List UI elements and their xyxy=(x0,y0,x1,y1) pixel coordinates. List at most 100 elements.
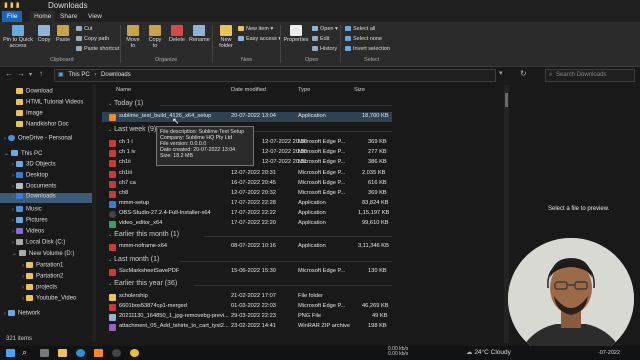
expand-icon[interactable]: › xyxy=(22,285,24,291)
sidebar-item-new-volume-d[interactable]: ⌄ New Volume (D:) xyxy=(12,250,74,257)
group-header-last-month[interactable]: ⌄ Last month (1) xyxy=(108,256,159,263)
sidebar-item-desktop[interactable]: › Desktop xyxy=(12,172,48,179)
new-item-button[interactable]: New item ▾ xyxy=(238,26,273,32)
group-collapse-icon[interactable]: ⌄ xyxy=(108,281,112,287)
file-row[interactable]: 6601bos53874cp1-merged 01-03-2022 22:03 Mi… xyxy=(102,302,392,312)
task-view-icon[interactable] xyxy=(40,349,49,357)
breadcrumb-this-pc[interactable]: This PC xyxy=(68,72,89,78)
group-header-last-week[interactable]: ⌄ Last week (9) xyxy=(108,126,156,133)
properties-button[interactable]: Properties xyxy=(283,25,309,43)
file-row[interactable]: OBS-Studio-27.2.4-Full-Installer-x64 17-0… xyxy=(102,209,392,219)
scrollbar-thumb[interactable] xyxy=(505,93,508,107)
up-arrow-icon[interactable]: ↑ xyxy=(39,69,43,78)
sidebar-item-network[interactable]: › Network xyxy=(4,310,40,317)
paste-button[interactable]: Paste xyxy=(55,25,71,43)
group-collapse-icon[interactable]: ⌄ xyxy=(108,257,112,263)
expand-icon[interactable]: › xyxy=(12,229,14,235)
easy-access-button[interactable]: Easy access ▾ xyxy=(238,36,281,42)
delete-button[interactable]: Delete xyxy=(168,25,186,43)
open-button[interactable]: Open ▾ xyxy=(312,26,338,32)
invert-selection-button[interactable]: Invert selection xyxy=(345,46,390,52)
breadcrumb-downloads[interactable]: Downloads xyxy=(101,72,131,78)
column-header-type[interactable]: Type xyxy=(298,87,310,93)
sublime-text-icon[interactable] xyxy=(94,349,103,357)
sidebar-scrollbar[interactable] xyxy=(92,84,96,342)
sidebar-item-download[interactable]: Download xyxy=(16,88,53,95)
tab-view[interactable]: View xyxy=(88,13,102,20)
copy-path-button[interactable]: Copy path xyxy=(76,36,109,42)
group-header-today[interactable]: ⌄ Today (1) xyxy=(108,100,143,107)
file-row[interactable]: ch1iii 12-07-2022 20:31 Microsoft Edge P..… xyxy=(102,169,392,179)
paste-shortcut-button[interactable]: Paste shortcut xyxy=(76,46,119,52)
start-icon[interactable] xyxy=(6,349,15,357)
move-to-button[interactable]: Move to xyxy=(124,25,142,49)
weather-widget[interactable]: ☁ 24°C Cloudy xyxy=(466,348,511,356)
group-collapse-icon[interactable]: ⌄ xyxy=(108,101,112,107)
file-row[interactable]: video_editor_x64 17-07-2022 22:20 Applicat… xyxy=(102,219,392,229)
expand-icon[interactable]: › xyxy=(12,184,14,190)
file-row[interactable]: ch8 12-07-2022 20:32 Microsoft Edge P... 36… xyxy=(102,189,392,199)
group-header-earlier-this-year[interactable]: ⌄ Earlier this year (36) xyxy=(108,280,177,287)
expand-icon[interactable]: › xyxy=(4,311,6,317)
expand-icon[interactable]: › xyxy=(12,173,14,179)
copy-to-button[interactable]: Copy to xyxy=(146,25,164,49)
edge-icon[interactable] xyxy=(76,349,85,357)
sidebar-item-videos[interactable]: › Videos xyxy=(12,228,44,235)
file-row[interactable]: mmm-setup 17-07-2022 22:28 Application 83,8… xyxy=(102,199,392,209)
file-row[interactable]: scholership 21-02-2022 17:07 File folder xyxy=(102,292,392,302)
sidebar-item-partation2[interactable]: › Partation2 xyxy=(22,273,63,280)
recent-locations-icon[interactable]: ▾ xyxy=(29,71,32,78)
history-button[interactable]: History xyxy=(312,46,337,52)
cut-button[interactable]: Cut xyxy=(76,26,93,32)
column-header-size[interactable]: Size xyxy=(354,87,365,93)
tab-home[interactable]: Home xyxy=(30,11,56,22)
group-header-earlier-this-month[interactable]: ⌄ Earlier this month (1) xyxy=(108,231,179,238)
obs-icon[interactable] xyxy=(112,349,121,357)
edit-button[interactable]: Edit xyxy=(312,36,329,42)
file-row[interactable]: sublime_text_build_4126_x64_setup 20-07-… xyxy=(102,112,392,122)
sidebar-item-this-pc[interactable]: ⌄ This PC xyxy=(4,150,42,157)
sidebar-item-downloads[interactable]: › Downloads xyxy=(0,193,92,203)
column-header-name[interactable]: Name xyxy=(116,87,131,93)
sidebar-item-music[interactable]: › Music xyxy=(12,206,42,213)
search-box[interactable]: ⌕ Search Downloads xyxy=(545,69,635,82)
expand-icon[interactable]: › xyxy=(22,296,24,302)
sidebar-item-html-tutorial-videos[interactable]: HTML Tutorial Videos xyxy=(16,99,83,106)
new-folder-button[interactable]: New folder xyxy=(216,25,236,49)
expand-icon[interactable]: › xyxy=(12,240,14,246)
expand-icon[interactable]: › xyxy=(4,136,6,142)
collapse-icon[interactable]: ⌄ xyxy=(4,151,9,157)
sidebar-item-3d-objects[interactable]: › 3D Objects xyxy=(12,161,56,168)
expand-icon[interactable]: › xyxy=(12,162,14,168)
sidebar-item-local-disk-c[interactable]: › Local Disk (C:) xyxy=(12,239,65,246)
chrome-icon[interactable] xyxy=(130,349,139,357)
copy-button[interactable]: Copy xyxy=(36,25,52,43)
collapse-icon[interactable]: ⌄ xyxy=(12,251,17,257)
expand-icon[interactable]: › xyxy=(12,207,14,213)
quick-access-toolbar[interactable]: ▮▮▮ xyxy=(4,1,22,9)
sidebar-item-partation1[interactable]: › Partation1 xyxy=(22,262,63,269)
file-row[interactable]: mmm-noframe-x64 08-07-2022 10:16 Applicati… xyxy=(102,242,392,252)
sidebar-item-onedrive[interactable]: › OneDrive - Personal xyxy=(4,135,72,142)
sidebar-item-documents[interactable]: › Documents xyxy=(12,183,56,190)
sidebar-item-pictures[interactable]: › Pictures xyxy=(12,217,48,224)
group-collapse-icon[interactable]: ⌄ xyxy=(108,127,112,133)
sidebar-item-youtube-video[interactable]: › Youtube_Video xyxy=(22,295,76,302)
search-icon[interactable]: ⌕ xyxy=(22,347,27,358)
address-dropdown-icon[interactable]: ▾ xyxy=(499,69,503,77)
file-explorer-icon[interactable] xyxy=(58,349,67,357)
expand-icon[interactable]: › xyxy=(22,263,24,269)
column-header-date-modified[interactable]: Date modified xyxy=(231,87,266,93)
select-none-button[interactable]: Select none xyxy=(345,36,382,42)
file-row[interactable]: 20211130_164850_1_jpg-removebg-previ... 2… xyxy=(102,312,392,322)
tab-file[interactable]: File xyxy=(2,11,23,22)
expand-icon[interactable]: › xyxy=(12,194,14,200)
group-collapse-icon[interactable]: ⌄ xyxy=(108,232,112,238)
tab-share[interactable]: Share xyxy=(60,13,77,20)
expand-icon[interactable]: › xyxy=(12,218,14,224)
pin-quick-access-button[interactable]: Pin to Quick access xyxy=(2,25,34,49)
address-bar[interactable]: ▣ This PC › Downloads xyxy=(54,69,496,82)
forward-arrow-icon[interactable]: → xyxy=(17,69,25,78)
back-arrow-icon[interactable]: ← xyxy=(5,69,13,78)
rename-button[interactable]: Rename xyxy=(189,25,210,43)
